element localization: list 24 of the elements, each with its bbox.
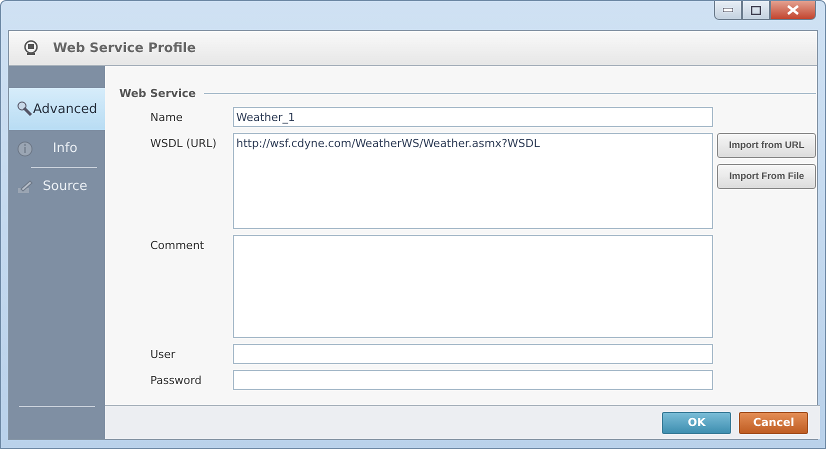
minimize-icon: [723, 8, 733, 12]
import-button[interactable]: Import from URL: [717, 133, 816, 158]
globe-icon: [23, 40, 39, 56]
field-label: User: [149, 347, 176, 361]
input-field[interactable]: Weather_1: [233, 107, 714, 127]
maximize-icon: [751, 6, 761, 14]
window-title: Web Service Profile: [53, 40, 196, 56]
close-icon: [787, 5, 799, 15]
sidebar-item[interactable]: Advanced: [9, 88, 106, 130]
field-label: WSDL (URL): [149, 136, 218, 150]
text-area[interactable]: http://wsf.cdyne.com/WeatherWS/Weather.asmx?WSDL: [233, 133, 714, 229]
maximize-button[interactable]: [742, 1, 770, 20]
pencil-icon: [17, 178, 33, 194]
field-label: Comment: [149, 238, 206, 252]
cancel-button[interactable]: Cancel: [739, 412, 808, 434]
input-field[interactable]: [233, 344, 714, 364]
close-button[interactable]: [770, 1, 816, 20]
section-title: Web Service: [119, 87, 196, 100]
info-icon: [17, 140, 33, 156]
field-label: Name: [149, 110, 184, 124]
field-label: Password: [149, 373, 203, 387]
minimize-button[interactable]: [714, 1, 742, 20]
import-button[interactable]: Import From File: [717, 164, 816, 189]
input-field[interactable]: [233, 370, 714, 390]
